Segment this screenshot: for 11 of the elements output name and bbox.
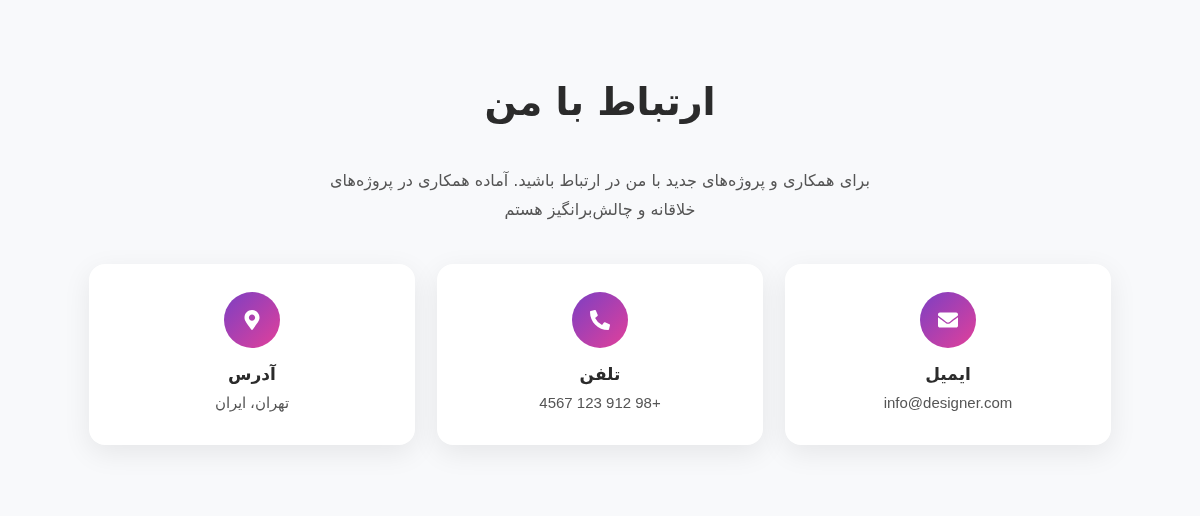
contact-value: info@designer.com xyxy=(883,394,1013,411)
card-title: آدرس xyxy=(228,364,276,384)
envelope-icon xyxy=(920,292,976,348)
card-title: تلفن xyxy=(579,364,621,384)
map-pin-icon xyxy=(224,292,280,348)
intro-text: برای همکاری و پروژه‌های جدید با من در ارتباط باشید. آماده همکاری در پروژه‌های خلاقانه و چالش‌برانگیز هستم xyxy=(329,170,871,222)
card-title: ایمیل xyxy=(925,364,971,384)
page-title: ارتباط با من xyxy=(484,79,716,126)
contact-value: تهران، ایران xyxy=(214,394,290,412)
phone-icon xyxy=(572,292,628,348)
contact-value: +98 912 123 4567 xyxy=(539,394,661,411)
